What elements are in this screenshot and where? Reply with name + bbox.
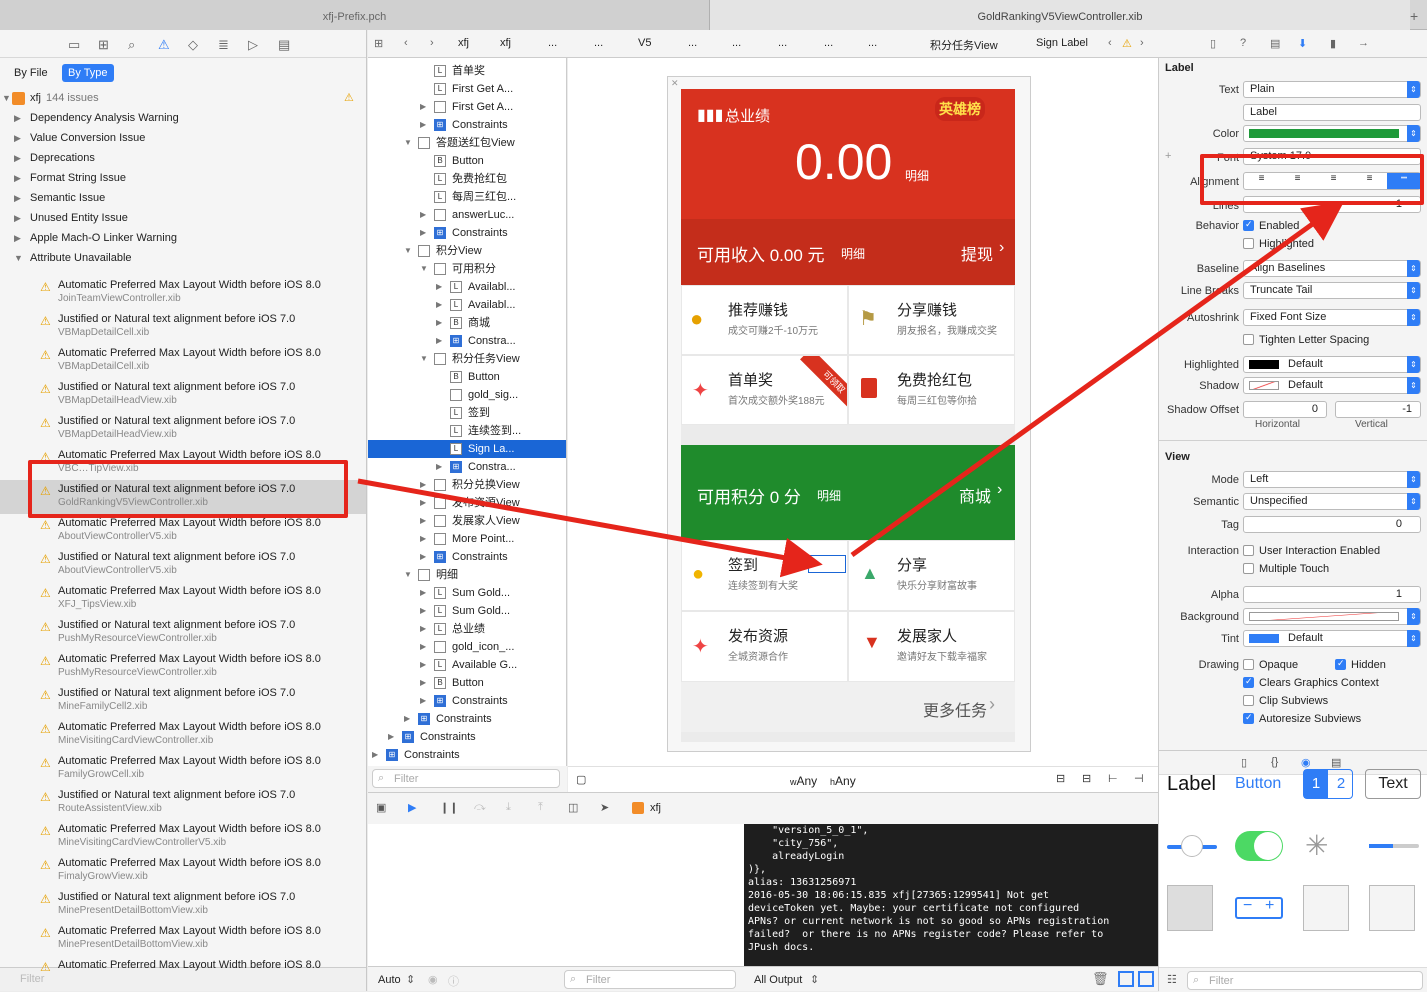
arrow-warning-to-label <box>357 478 823 578</box>
annotation-arrows <box>357 201 1345 578</box>
arrow-label-to-alignment <box>850 201 1345 558</box>
